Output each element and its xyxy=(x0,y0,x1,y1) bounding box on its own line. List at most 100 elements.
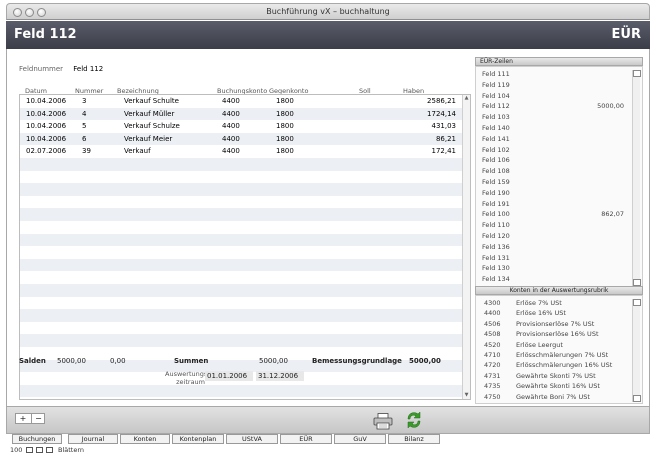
table-cell: 1800 xyxy=(276,134,294,143)
konten-list-code[interactable]: 4520 xyxy=(484,341,501,349)
konten-list-name[interactable]: Provisionserlöse 16% USt xyxy=(516,330,599,338)
euer-list-item[interactable]: Feld 120 xyxy=(482,232,510,240)
tab-journal[interactable]: Journal xyxy=(68,434,118,444)
table-cell: 4400 xyxy=(222,147,240,156)
tab-euer[interactable]: EÜR xyxy=(280,434,332,444)
table-scrollbar[interactable]: ▲ ▼ xyxy=(462,95,470,399)
konten-list-code[interactable]: 4400 xyxy=(484,309,501,317)
table-row[interactable]: 10.04.2006 5 Verkauf Schulze 4400 1800 431,03 xyxy=(20,120,462,133)
table-row[interactable] xyxy=(20,196,462,209)
bemessung-label: Bemessungsgrundlage xyxy=(312,357,402,365)
table-row[interactable] xyxy=(20,171,462,184)
table-row[interactable] xyxy=(20,208,462,221)
table-row[interactable]: 10.04.2006 4 Verkauf Müller 4400 1800 1724,14 xyxy=(20,107,462,121)
remove-button[interactable]: − xyxy=(31,414,45,423)
table-row[interactable] xyxy=(20,384,462,398)
sync-icon[interactable] xyxy=(405,410,423,430)
table-row[interactable] xyxy=(20,322,462,335)
konten-list-code[interactable]: 4720 xyxy=(484,361,501,369)
euer-list-item[interactable]: Feld 131 xyxy=(482,254,510,262)
tab-kontenplan[interactable]: Kontenplan xyxy=(172,434,224,444)
fieldnumber-row: Feldnummer Feld 112 xyxy=(19,65,103,73)
tab-bilanz[interactable]: Bilanz xyxy=(388,434,440,444)
konten-list-code[interactable]: 4731 xyxy=(484,372,501,380)
konten-list-name[interactable]: Gewährte Skonti 7% USt xyxy=(516,372,596,380)
table-row[interactable] xyxy=(20,246,462,259)
table-row[interactable] xyxy=(20,309,462,322)
konten-list-name[interactable]: Erlösschmälerungen 7% USt xyxy=(516,351,608,359)
tab-ustva[interactable]: UStVA xyxy=(226,434,278,444)
table-row[interactable] xyxy=(20,258,462,272)
euer-list-item[interactable]: Feld 108 xyxy=(482,167,510,175)
euer-list-scroll-down-icon[interactable] xyxy=(633,279,641,286)
view-mode-icon[interactable] xyxy=(26,447,33,453)
konten-list-code[interactable]: 4735 xyxy=(484,382,501,390)
euer-list-item[interactable]: Feld 140 xyxy=(482,124,510,132)
table-row[interactable] xyxy=(20,233,462,247)
table-row[interactable] xyxy=(20,158,462,171)
table-row[interactable] xyxy=(20,334,462,347)
konten-list-name[interactable]: Erlöse 16% USt xyxy=(516,309,566,317)
konten-list-name[interactable]: Gewährte Boni 7% USt xyxy=(516,393,590,401)
euer-list-item[interactable]: Feld 159 xyxy=(482,178,510,186)
tab-konten[interactable]: Konten xyxy=(120,434,170,444)
euer-list-item[interactable]: Feld 191 xyxy=(482,200,510,208)
euer-list-item[interactable]: Feld 141 xyxy=(482,135,510,143)
euer-list-item[interactable]: Feld 104 xyxy=(482,92,510,100)
table-row[interactable] xyxy=(20,221,462,234)
table-row[interactable]: 02.07.2006 39 Verkauf 4400 1800 172,41 xyxy=(20,145,462,158)
konten-list-code[interactable]: 4300 xyxy=(484,299,501,307)
status-bar: 100 Blättern xyxy=(6,446,650,455)
euer-list-item[interactable]: Feld 119 xyxy=(482,81,510,89)
euer-list-value: 5000,00 xyxy=(597,102,624,111)
form-view-icon[interactable] xyxy=(46,447,53,453)
euer-list-item[interactable]: Feld 106 xyxy=(482,156,510,164)
scroll-down-arrow-icon[interactable]: ▼ xyxy=(463,392,470,399)
period-to-field[interactable]: 31.12.2006 xyxy=(256,371,304,381)
bottom-toolbar: + − xyxy=(6,406,650,434)
add-button[interactable]: + xyxy=(16,414,30,423)
list-view-icon[interactable] xyxy=(36,447,43,453)
konten-list-scroll-up-icon[interactable] xyxy=(633,299,641,306)
euer-list-item[interactable]: Feld 134 xyxy=(482,275,510,283)
scroll-up-arrow-icon[interactable]: ▲ xyxy=(463,95,470,102)
konten-list-scroll-down-icon[interactable] xyxy=(633,395,641,402)
evaluation-period-label: Auswertungs- zeitraum xyxy=(165,370,210,386)
euer-list-item[interactable]: Feld 130 xyxy=(482,264,510,272)
euer-list-item[interactable]: Feld 100 xyxy=(482,210,510,218)
printer-icon[interactable] xyxy=(373,413,393,430)
euer-list-item[interactable]: Feld 190 xyxy=(482,189,510,197)
konten-list-name[interactable]: Gewährte Skonti 16% USt xyxy=(516,382,600,390)
summen-label: Summen xyxy=(174,357,209,365)
tab-buchungen[interactable]: Buchungen xyxy=(12,434,62,444)
table-row[interactable] xyxy=(20,271,462,284)
euer-list-item[interactable]: Feld 112 xyxy=(482,102,510,110)
tab-guv[interactable]: GuV xyxy=(334,434,386,444)
euer-list-scroll-up-icon[interactable] xyxy=(633,70,641,77)
konten-list-name[interactable]: Erlöse Leergut xyxy=(516,341,563,349)
table-row[interactable]: 10.04.2006 3 Verkauf Schulte 4400 1800 2586,2… xyxy=(20,95,462,108)
euer-list-item[interactable]: Feld 111 xyxy=(482,70,510,78)
table-row[interactable] xyxy=(20,183,462,196)
table-cell: 2586,21 xyxy=(427,97,456,105)
euer-list-item[interactable]: Feld 103 xyxy=(482,113,510,121)
euer-list-scrollbar[interactable] xyxy=(632,70,641,286)
page-title: Feld 112 xyxy=(14,27,77,42)
konten-list-code[interactable]: 4508 xyxy=(484,330,501,338)
euer-list-item[interactable]: Feld 102 xyxy=(482,146,510,154)
konten-list-code[interactable]: 4750 xyxy=(484,393,501,401)
euer-list-item[interactable]: Feld 136 xyxy=(482,243,510,251)
zoom-level[interactable]: 100 xyxy=(10,446,22,454)
konten-list-name[interactable]: Erlösschmälerungen 16% USt xyxy=(516,361,612,369)
konten-list-name[interactable]: Provisionserlöse 7% USt xyxy=(516,320,594,328)
konten-list-name[interactable]: Erlöse 7% USt xyxy=(516,299,562,307)
konten-list-scrollbar[interactable] xyxy=(632,299,641,402)
table-row[interactable] xyxy=(20,284,462,297)
add-remove-control: + − xyxy=(15,413,45,424)
euer-list-item[interactable]: Feld 110 xyxy=(482,221,510,229)
konten-list-code[interactable]: 4710 xyxy=(484,351,501,359)
table-row[interactable]: 10.04.2006 6 Verkauf Meier 4400 1800 86,21 xyxy=(20,132,462,146)
table-row[interactable] xyxy=(20,297,462,310)
period-from-field[interactable]: 01.01.2006 xyxy=(205,371,253,381)
konten-list-code[interactable]: 4506 xyxy=(484,320,501,328)
